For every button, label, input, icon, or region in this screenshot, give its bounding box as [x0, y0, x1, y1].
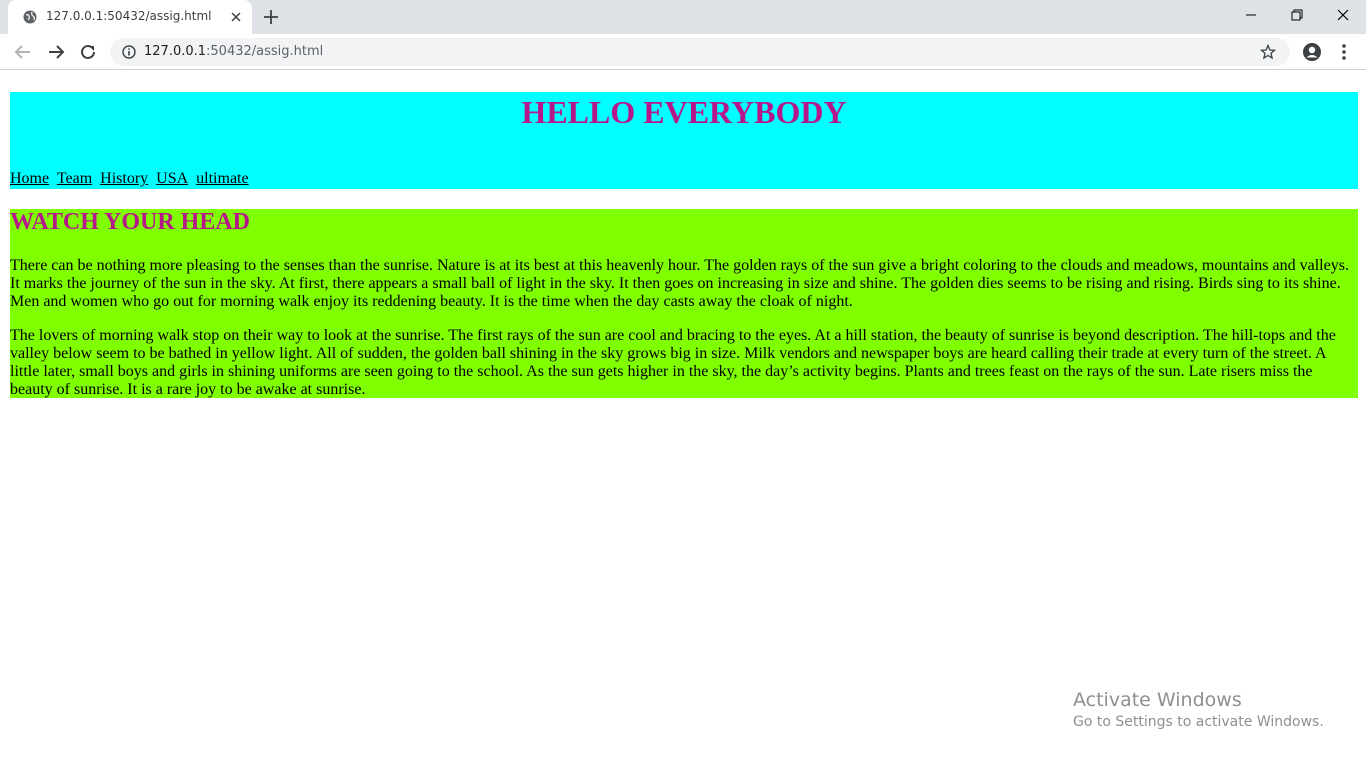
- nav-links: Home Team History USA ultimate: [10, 170, 253, 188]
- profile-icon[interactable]: [1302, 42, 1322, 62]
- nav-link-history[interactable]: History: [100, 170, 148, 187]
- nav-link-team[interactable]: Team: [57, 170, 92, 187]
- nav-link-ultimate[interactable]: ultimate: [196, 170, 248, 187]
- paragraph-2: The lovers of morning walk stop on their…: [10, 327, 1336, 398]
- forward-button[interactable]: [46, 42, 66, 62]
- page-title: HELLO EVERYBODY: [521, 94, 847, 130]
- browser-tab[interactable]: 127.0.0.1:50432/assig.html: [8, 0, 252, 34]
- page-header: HELLO EVERYBODY Home Team History USA ul…: [10, 92, 1358, 189]
- reload-icon: [81, 44, 95, 59]
- watermark-title: Activate Windows: [1073, 689, 1242, 711]
- close-tab-icon[interactable]: [228, 9, 244, 25]
- content-section: WATCH YOUR HEAD There can be nothing mor…: [10, 209, 1358, 398]
- nav-link-usa[interactable]: USA: [156, 170, 188, 187]
- arrow-right-icon: [49, 45, 65, 59]
- page-viewport: HELLO EVERYBODY Home Team History USA ul…: [0, 71, 1366, 768]
- minimize-icon: [1246, 14, 1256, 16]
- url-path: :50432/assig.html: [206, 44, 324, 59]
- arrow-left-icon: [14, 45, 30, 59]
- url-text[interactable]: 127.0.0.1:50432/assig.html: [144, 44, 323, 59]
- url-host: 127.0.0.1: [144, 44, 207, 59]
- address-bar[interactable]: 127.0.0.1:50432/assig.html: [110, 38, 1290, 66]
- kebab-menu-icon[interactable]: [1336, 42, 1352, 62]
- activate-windows-watermark: Activate Windows Go to Settings to activ…: [1073, 688, 1324, 732]
- nav-link-home[interactable]: Home: [10, 170, 49, 187]
- reload-button[interactable]: [78, 42, 98, 62]
- restore-button[interactable]: [1274, 0, 1320, 30]
- bookmark-star-icon[interactable]: [1260, 44, 1276, 60]
- browser-toolbar: 127.0.0.1:50432/assig.html: [0, 34, 1366, 70]
- close-icon: [1337, 9, 1349, 21]
- watermark-subtitle: Go to Settings to activate Windows.: [1073, 714, 1324, 730]
- globe-icon: [23, 10, 37, 24]
- info-icon[interactable]: [122, 45, 136, 59]
- tab-strip: 127.0.0.1:50432/assig.html: [0, 0, 1366, 34]
- minimize-button[interactable]: [1228, 0, 1274, 30]
- restore-icon: [1291, 9, 1303, 21]
- back-button[interactable]: [13, 42, 33, 62]
- tab-title: 127.0.0.1:50432/assig.html: [46, 9, 212, 23]
- close-window-button[interactable]: [1320, 0, 1366, 30]
- section-title: WATCH YOUR HEAD: [10, 209, 251, 235]
- new-tab-icon[interactable]: [262, 8, 280, 26]
- paragraph-1: There can be nothing more pleasing to th…: [10, 257, 1349, 310]
